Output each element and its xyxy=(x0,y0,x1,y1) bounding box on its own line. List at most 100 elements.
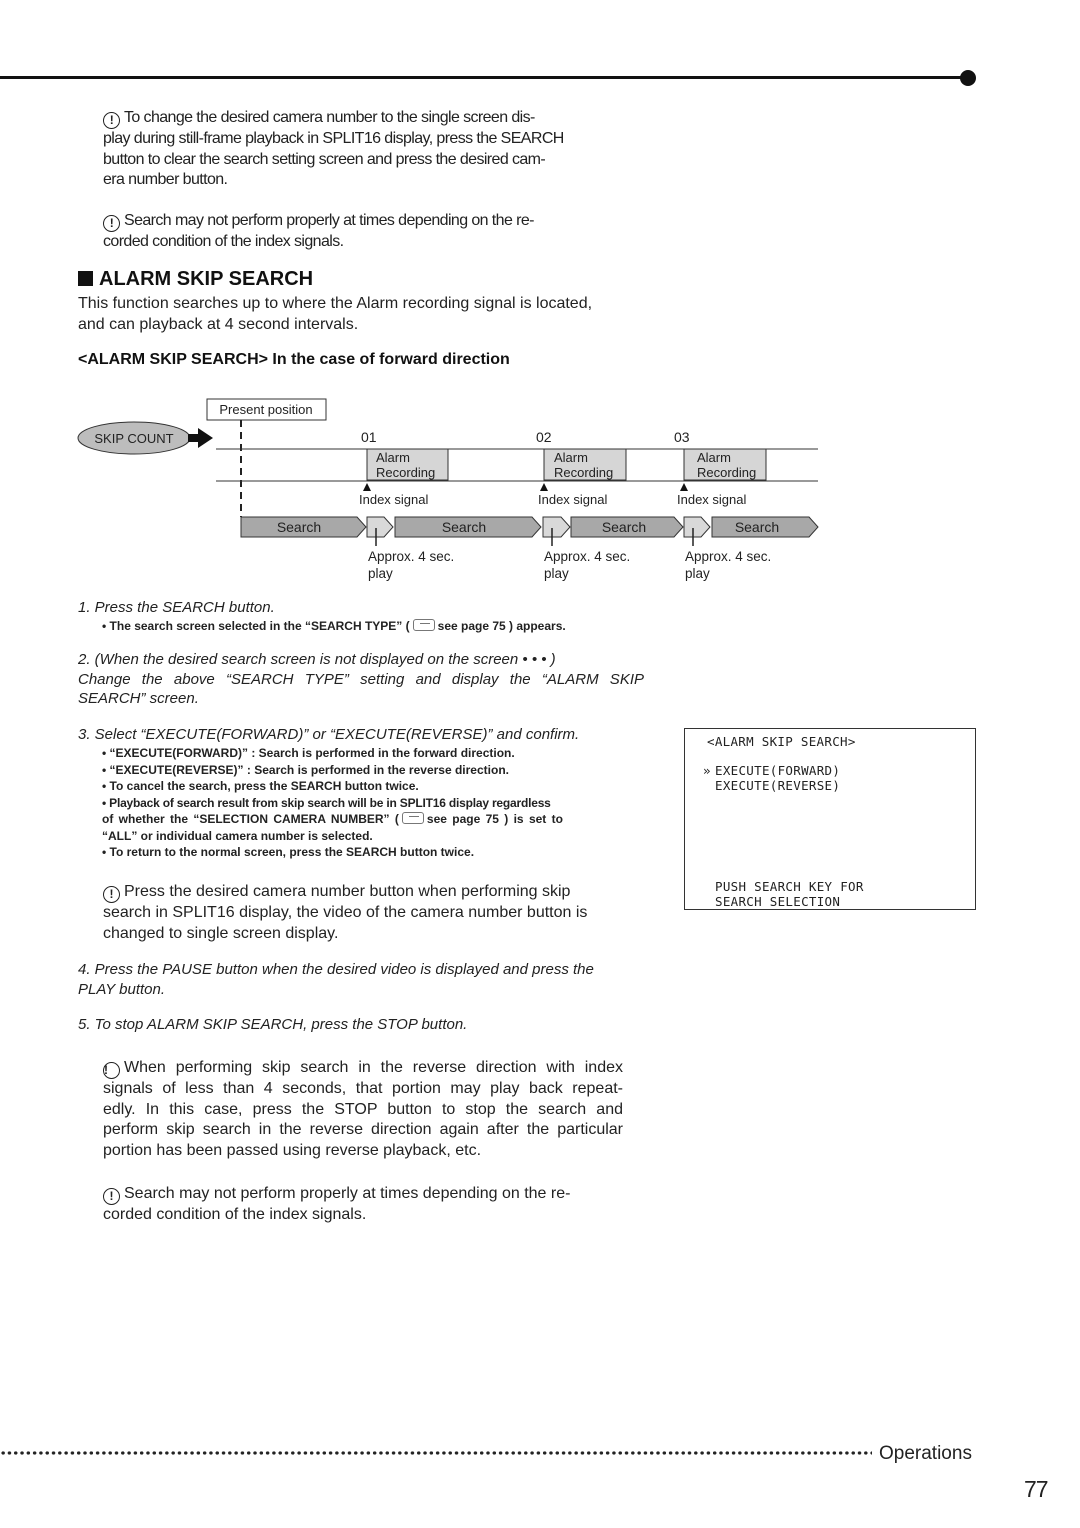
osd-option-forward[interactable]: EXECUTE(FORWARD) xyxy=(715,763,840,778)
step-line: PLAY button. xyxy=(78,980,166,998)
bullet-item: • To return to the normal screen, press … xyxy=(102,845,475,859)
note-line: When performing skip search in the rever… xyxy=(124,1059,623,1076)
bullet-text: see page 75 ) appears. xyxy=(437,619,566,633)
bullet-item: of whether the “SELECTION CAMERA NUMBER”… xyxy=(102,811,620,828)
footer-section-label: Operations xyxy=(879,1443,972,1464)
note-line: era number button. xyxy=(103,171,228,188)
index-triangle-icon xyxy=(680,483,688,491)
note-change-camera: ! To change the desired camera number to … xyxy=(103,108,643,191)
play-arrow xyxy=(683,516,711,538)
alarm-label: Alarm xyxy=(376,450,410,465)
search-segment-3: Search xyxy=(570,516,684,538)
reference-hand-icon xyxy=(412,619,435,631)
note-line: Press the desired camera number button w… xyxy=(124,883,571,900)
osd-title: <ALARM SKIP SEARCH> xyxy=(707,734,856,749)
reference-hand-icon xyxy=(401,812,424,824)
step-1: 1. Press the SEARCH button. xyxy=(78,599,275,616)
index-signal-3: Index signal xyxy=(677,483,746,507)
search-segment-1: Search xyxy=(240,516,367,538)
section-title: ALARM SKIP SEARCH xyxy=(78,268,313,291)
play-line: play xyxy=(368,566,393,581)
note-line: edly. In this case, press the STOP butto… xyxy=(103,1100,623,1118)
step-4: 4. Press the PAUSE button when the desir… xyxy=(78,960,594,999)
note-camera-number: ! Press the desired camera number button … xyxy=(103,882,623,944)
step-line: 4. Press the PAUSE button when the desir… xyxy=(78,961,594,978)
diagram-subtitle: <ALARM SKIP SEARCH> In the case of forwa… xyxy=(78,351,510,368)
count-01: 01 xyxy=(361,429,377,445)
index-signal-label: Index signal xyxy=(359,492,428,507)
alarm-skip-search-osd: <ALARM SKIP SEARCH> » EXECUTE(FORWARD) E… xyxy=(684,728,976,910)
note-line: changed to single screen display. xyxy=(103,924,339,942)
page-number: 77 xyxy=(1024,1476,1049,1502)
note-line: signals of less than 4 seconds, that por… xyxy=(103,1080,623,1097)
note-reverse-direction: ! When performing skip search in the reve… xyxy=(103,1058,623,1161)
alarm-recording-block-1: Alarm Recording xyxy=(366,448,449,481)
alarm-recording-block-2: Alarm Recording xyxy=(543,448,627,481)
step-5: 5. To stop ALARM SKIP SEARCH, press the … xyxy=(78,1016,468,1033)
play-arrow xyxy=(366,516,394,538)
note-line: button to clear the search setting scree… xyxy=(103,150,546,168)
alarm-recording-block-3: Alarm Recording xyxy=(683,448,767,481)
note-search-index: ! Search may not perform properly at time… xyxy=(103,211,643,253)
header-rule-dot xyxy=(960,70,976,86)
bullet-text: • The search screen selected in the “SEA… xyxy=(102,619,410,633)
section-intro: This function searches up to where the A… xyxy=(78,293,658,335)
footer-dotted-leader xyxy=(0,1446,872,1460)
recording-label: Recording xyxy=(554,465,613,480)
note-line: To change the desired camera number to t… xyxy=(124,109,535,126)
search-label: Search xyxy=(602,519,646,535)
bullet-text: of whether the “SELECTION CAMERA NUMBER”… xyxy=(102,812,399,826)
alarm-skip-diagram: Present position SKIP COUNT 01 02 03 Ala… xyxy=(77,398,819,581)
note-line: play during still-frame playback in SPLI… xyxy=(103,130,564,147)
index-signal-label: Index signal xyxy=(677,492,746,507)
skip-count-label: SKIP COUNT xyxy=(94,431,173,446)
recording-label: Recording xyxy=(697,465,756,480)
play-line: play xyxy=(685,566,710,581)
approx-line: Approx. 4 sec. xyxy=(685,549,771,564)
approx-play-label-3: Approx. 4 sec. play xyxy=(685,549,771,581)
note-line: portion has been passed using reverse pl… xyxy=(103,1141,482,1159)
warning-icon: ! xyxy=(103,1062,120,1079)
play-segment-2 xyxy=(542,516,571,546)
osd-hint-line: SEARCH SELECTION xyxy=(715,894,841,909)
index-signal-1: Index signal xyxy=(359,483,428,507)
step-line: SEARCH” screen. xyxy=(78,690,199,707)
bullet-item: • “EXECUTE(REVERSE)” : Search is perform… xyxy=(102,762,509,777)
osd-option-reverse[interactable]: EXECUTE(REVERSE) xyxy=(715,778,840,793)
warning-icon: ! xyxy=(103,215,120,232)
warning-icon: ! xyxy=(103,886,120,903)
play-arrow xyxy=(542,516,571,538)
index-signal-2: Index signal xyxy=(538,483,607,507)
bullet-text: see page 75 ) is set to xyxy=(426,812,563,826)
warning-icon: ! xyxy=(103,112,120,129)
note-line: Search may not perform properly at times… xyxy=(124,1185,571,1202)
note-line: corded condition of the index signals. xyxy=(103,233,344,250)
search-label: Search xyxy=(277,519,321,535)
step-line: Change the above “SEARCH TYPE” setting a… xyxy=(78,670,644,688)
index-triangle-icon xyxy=(540,483,548,491)
approx-line: Approx. 4 sec. xyxy=(368,549,454,564)
search-segment-4: Search xyxy=(711,516,819,538)
bullet-item: “ALL” or individual camera number is sel… xyxy=(102,828,373,843)
square-bullet-icon xyxy=(78,271,93,286)
step-3-bullets: • “EXECUTE(FORWARD)” : Search is perform… xyxy=(102,745,620,861)
approx-play-label-1: Approx. 4 sec. play xyxy=(368,549,454,581)
alarm-label: Alarm xyxy=(697,450,731,465)
note-line: search in SPLIT16 display, the video of … xyxy=(103,904,588,921)
approx-play-label-2: Approx. 4 sec. play xyxy=(544,549,630,581)
search-segment-2: Search xyxy=(394,516,542,538)
play-segment-3 xyxy=(683,516,711,546)
note-search-index-2: ! Search may not perform properly at time… xyxy=(103,1184,623,1226)
intro-line: and can playback at 4 second intervals. xyxy=(78,316,359,333)
play-segment-1 xyxy=(366,516,394,546)
step-2: 2. (When the desired search screen is no… xyxy=(78,650,644,709)
index-triangle-icon xyxy=(363,483,371,491)
play-line: play xyxy=(544,566,569,581)
step-1-bullet: • The search screen selected in the “SEA… xyxy=(102,618,566,635)
header-rule xyxy=(0,76,968,79)
osd-cursor-icon: » xyxy=(703,763,711,778)
note-line: perform skip search in the reverse direc… xyxy=(103,1121,623,1138)
intro-line: This function searches up to where the A… xyxy=(78,295,593,312)
note-line: Search may not perform properly at times… xyxy=(124,212,534,229)
osd-hint-line: PUSH SEARCH KEY FOR xyxy=(715,879,864,894)
